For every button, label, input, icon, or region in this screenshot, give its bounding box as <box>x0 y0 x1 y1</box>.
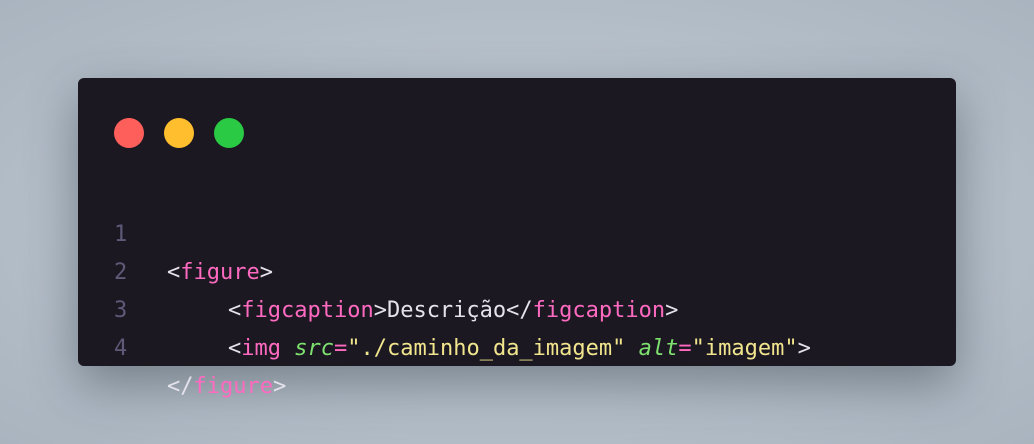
token-string: "./caminho_da_imagem" <box>347 336 626 361</box>
token-tag: figure <box>193 374 273 399</box>
token-bracket: > <box>665 298 679 323</box>
code-line: 1 <figure> <box>78 178 273 285</box>
line-source: <figcaption>Descrição</figcaption> <box>167 292 678 330</box>
token-tag: figure <box>180 260 260 285</box>
minimize-window-dot-icon[interactable] <box>164 118 194 148</box>
line-number: 4 <box>114 336 128 361</box>
token-equals: = <box>678 336 692 361</box>
token-bracket: > <box>259 260 273 285</box>
token-bracket: < <box>167 260 181 285</box>
token-bracket: > <box>797 336 811 361</box>
token-bracket: </ <box>506 298 533 323</box>
token-bracket: > <box>272 374 287 399</box>
code-line: 4 </figure> <box>78 292 286 399</box>
token-tag: figcaption <box>532 298 666 323</box>
token-text: Descrição <box>386 298 507 323</box>
code-window: 1 <figure> 2 <figcaption>Descrição</figc… <box>78 78 956 399</box>
token-bracket: < <box>228 336 242 361</box>
token-bracket: </ <box>167 374 194 399</box>
close-window-dot-icon[interactable] <box>114 118 144 148</box>
code-block: 1 <figure> 2 <figcaption>Descrição</figc… <box>78 178 811 399</box>
code-line: 2 <figcaption>Descrição</figcaption> <box>78 216 678 323</box>
token-bracket: > <box>373 298 387 323</box>
token-string: "imagem" <box>691 336 798 361</box>
token-bracket: < <box>228 298 242 323</box>
token-attribute: alt <box>638 336 679 361</box>
token-tag: figcaption <box>241 298 374 323</box>
token-attribute: src <box>294 336 334 361</box>
token-tag: img <box>241 336 281 361</box>
token-equals: = <box>334 336 348 361</box>
maximize-window-dot-icon[interactable] <box>214 118 244 148</box>
code-line: 3 <img src="./caminho_da_imagem" alt="im… <box>78 254 811 361</box>
line-source: <figure> <box>167 254 273 292</box>
line-source: </figure> <box>167 368 286 406</box>
line-source: <img src="./caminho_da_imagem" alt="imag… <box>167 330 811 368</box>
